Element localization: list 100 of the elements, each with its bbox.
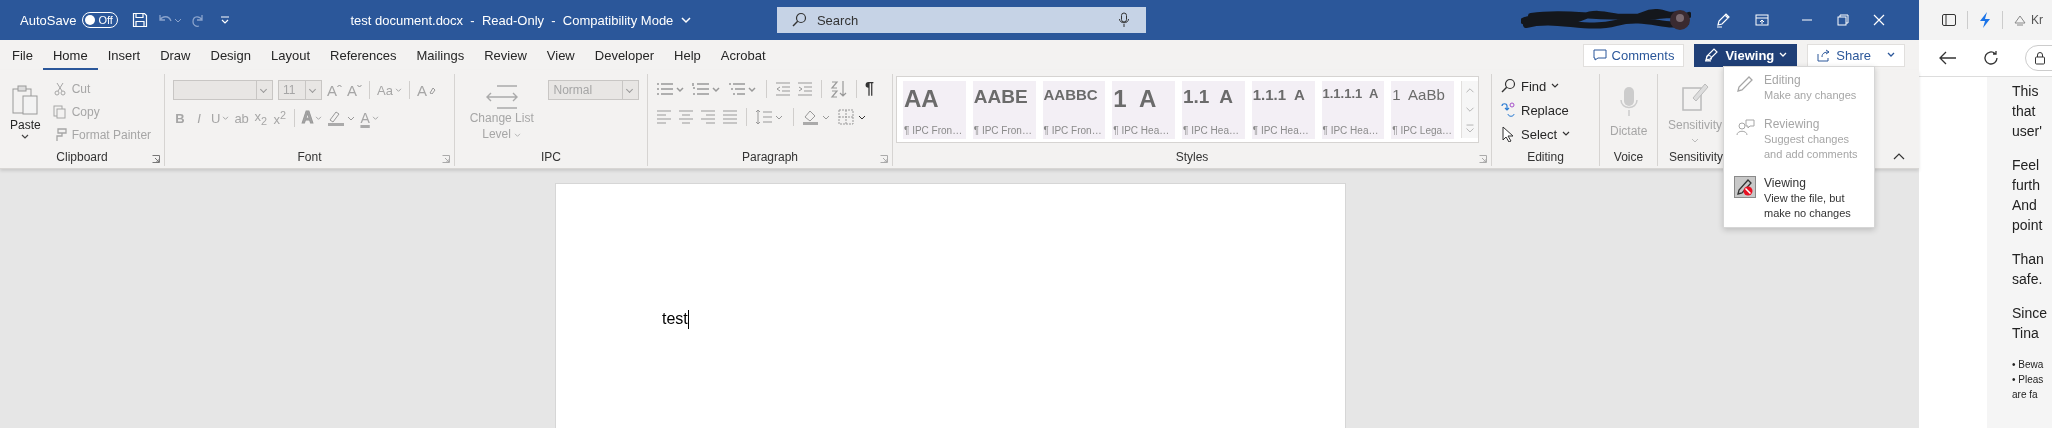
email-text-line: Since — [2012, 304, 2049, 323]
shading-icon[interactable] — [802, 109, 832, 125]
email-text-line: And — [2012, 196, 2038, 215]
share-button[interactable]: Share — [1807, 43, 1905, 67]
style-item[interactable]: 1.1.1 A ¶ IPC Hea… — [1251, 81, 1315, 139]
ribbon-tab[interactable]: Help — [664, 40, 711, 70]
highlighter-icon[interactable] — [327, 110, 356, 127]
pen-icon[interactable] — [1714, 12, 1731, 28]
microphone-icon — [1618, 86, 1639, 118]
microphone-icon[interactable] — [1117, 12, 1130, 28]
editing-button[interactable]: Find — [1500, 76, 1591, 96]
font-name-field[interactable] — [173, 80, 273, 100]
search-icon — [1500, 78, 1516, 94]
caret-icon — [1691, 138, 1699, 144]
ribbon-display-icon[interactable] — [1754, 14, 1769, 26]
style-item[interactable]: 1 AaBb ¶ IPC Lega… — [1391, 81, 1454, 139]
document-text: test — [662, 310, 688, 328]
comment-icon — [1592, 49, 1607, 61]
text-cursor — [687, 310, 689, 329]
customize-icon[interactable] — [220, 15, 231, 25]
ribbon-tab[interactable]: View — [536, 40, 585, 70]
numbering-icon[interactable] — [692, 81, 722, 97]
bullets-icon[interactable] — [656, 81, 686, 97]
ribbon-tab[interactable]: Design — [200, 40, 261, 70]
group-label: Voice — [1613, 150, 1644, 164]
ribbon-tab[interactable]: Layout — [260, 40, 320, 70]
sort-icon[interactable] — [830, 80, 848, 98]
comments-button[interactable]: Comments — [1582, 43, 1685, 67]
ribbon-tab[interactable]: Insert — [97, 40, 151, 70]
email-text-line: point — [2012, 216, 2044, 235]
lightning-icon[interactable] — [1978, 11, 1992, 29]
align-right-icon[interactable] — [700, 109, 716, 125]
paste-button[interactable]: Paste — [8, 80, 43, 144]
avatar-icon[interactable] — [1668, 9, 1691, 31]
collapse-ribbon-icon[interactable] — [1893, 152, 1905, 160]
editing-button[interactable]: Replace — [1500, 100, 1591, 120]
email-text-line: • Pleas — [2012, 373, 2045, 387]
email-text-line: safe. — [2012, 270, 2044, 289]
caret-icon — [394, 87, 402, 93]
group-label: Sensitivity — [1669, 150, 1723, 164]
autosave-label: AutoSave — [20, 12, 77, 28]
tab-favicon-icon — [2013, 13, 2027, 27]
decrease-indent-icon[interactable] — [775, 81, 791, 97]
viewing-mode-button[interactable]: Viewing — [1694, 43, 1798, 67]
pencil-icon — [1735, 74, 1755, 94]
replace-icon — [1500, 102, 1516, 118]
style-item[interactable]: AABE ¶ IPC Fron… — [972, 81, 1036, 139]
save-icon[interactable] — [132, 12, 149, 28]
copy-icon — [52, 105, 67, 119]
ribbon-tab[interactable]: References — [320, 40, 407, 70]
increase-indent-icon[interactable] — [797, 81, 813, 97]
ribbon-tab[interactable]: Mailings — [406, 40, 475, 70]
email-text-line: furth — [2012, 176, 2041, 195]
align-left-icon[interactable] — [656, 109, 672, 125]
search-field[interactable]: Search — [776, 7, 1146, 33]
search-icon — [790, 12, 807, 28]
clipboard-icon — [10, 84, 41, 116]
group-label: Editing — [1527, 150, 1564, 164]
text-effects-button[interactable]: A — [301, 109, 323, 128]
style-item[interactable]: 1.1.1.1 A ¶ IPC Hea… — [1321, 81, 1385, 139]
group-label: Styles — [1175, 150, 1209, 164]
style-item[interactable]: 1 A ¶ IPC Hea… — [1112, 81, 1175, 139]
browser-tab[interactable]: Kr — [2013, 13, 2043, 27]
email-text-line: Tina — [2012, 324, 2040, 343]
close-icon[interactable] — [1872, 14, 1885, 26]
tab-actions-icon[interactable] — [1941, 12, 1957, 28]
document-title[interactable]: test document.docx - Read-Only - Compatibility Mode — [350, 12, 691, 28]
caret-icon — [1887, 52, 1895, 58]
show-marks-button[interactable]: ¶ — [865, 80, 874, 98]
line-spacing-icon[interactable] — [755, 109, 785, 125]
ribbon-tab[interactable]: Draw — [150, 40, 201, 70]
pen-blocked-icon — [1735, 177, 1755, 197]
borders-icon[interactable] — [838, 109, 868, 125]
mode-menu-item[interactable]: Viewing View the file, but make no changes — [1724, 176, 1874, 221]
dialog-launcher-icon[interactable] — [880, 155, 888, 163]
group-label: Paragraph — [741, 150, 798, 164]
caret-icon — [1562, 131, 1571, 137]
lock-icon — [2034, 51, 2046, 65]
scissors-icon — [52, 82, 67, 96]
dialog-launcher-icon[interactable] — [442, 155, 450, 163]
ribbon-tab[interactable]: Developer — [584, 40, 665, 70]
ribbon-tab[interactable]: Home — [42, 40, 98, 70]
justify-icon[interactable] — [722, 109, 738, 125]
email-text-line: Than — [2012, 250, 2045, 269]
ribbon-tab[interactable]: File — [2, 40, 43, 70]
group-label: IPC — [541, 150, 561, 164]
refresh-icon[interactable] — [1983, 50, 1999, 66]
style-item[interactable]: AABBC ¶ IPC Fron… — [1042, 81, 1106, 139]
style-item[interactable]: AA ¶ IPC Fron… — [903, 81, 966, 139]
style-item[interactable]: 1.1 A ¶ IPC Hea… — [1182, 81, 1245, 139]
ribbon-tab[interactable]: Acrobat — [710, 40, 776, 70]
editing-button[interactable]: Select — [1500, 124, 1591, 144]
dialog-launcher-icon[interactable] — [152, 155, 160, 163]
restore-icon[interactable] — [1836, 14, 1849, 26]
dialog-launcher-icon[interactable] — [1479, 155, 1487, 163]
ribbon-tab[interactable]: Review — [474, 40, 537, 70]
multilevel-list-icon[interactable] — [728, 81, 758, 97]
caret-icon — [21, 134, 30, 140]
back-icon[interactable] — [1939, 51, 1957, 65]
align-center-icon[interactable] — [678, 109, 694, 125]
